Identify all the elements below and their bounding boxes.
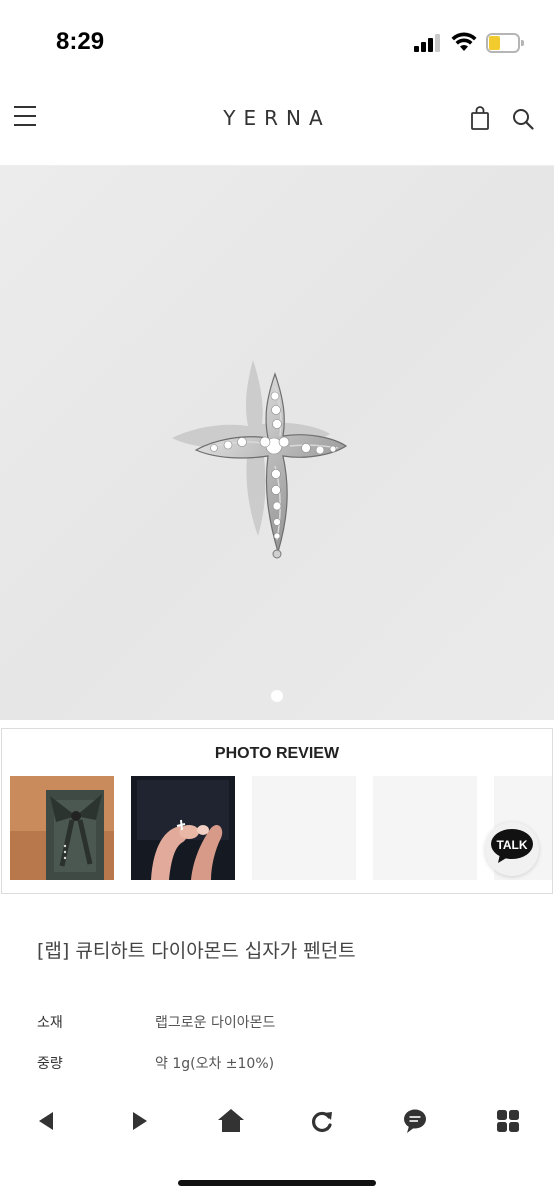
- search-icon[interactable]: [512, 108, 534, 130]
- back-icon[interactable]: [30, 1106, 66, 1136]
- spec-value: 약 1g(오차 ±10%): [155, 1056, 275, 1072]
- cross-pendant-image: [172, 360, 348, 559]
- review-thumbnail-empty[interactable]: [252, 776, 356, 880]
- bottom-toolbar: [0, 1090, 554, 1150]
- review-thumbnail-empty[interactable]: [373, 776, 477, 880]
- kakao-talk-button[interactable]: TALK: [485, 822, 539, 876]
- shopping-bag-icon[interactable]: [470, 106, 490, 130]
- spec-label: 중량: [37, 1056, 63, 1072]
- status-time: 8:29: [56, 28, 105, 55]
- product-image-carousel[interactable]: [0, 166, 554, 720]
- wifi-icon: [451, 32, 477, 51]
- hamburger-menu-icon[interactable]: [14, 106, 36, 126]
- talk-label: TALK: [496, 838, 528, 852]
- pagination-dot-active[interactable]: [271, 690, 283, 702]
- home-indicator[interactable]: [178, 1180, 376, 1186]
- chat-icon[interactable]: [397, 1106, 433, 1136]
- product-name: [랩] 큐티하트 다이아몬드 십자가 펜던트: [37, 940, 356, 962]
- photo-review-title: PHOTO REVIEW: [214, 745, 340, 762]
- cellular-signal-icon: [414, 34, 442, 52]
- forward-icon[interactable]: [120, 1106, 156, 1136]
- site-header: YERNA: [0, 84, 554, 166]
- spec-label: 소재: [37, 1015, 63, 1031]
- photo-review-section: PHOTO REVIEW: [1, 728, 553, 894]
- status-bar: 8:29: [0, 0, 554, 84]
- spec-value: 랩그로운 다이아몬드: [155, 1015, 276, 1031]
- review-thumbnail-1[interactable]: [10, 776, 114, 880]
- battery-icon: [486, 33, 524, 53]
- brand-logo[interactable]: YERNA: [223, 106, 330, 130]
- home-icon[interactable]: [213, 1106, 249, 1136]
- grid-icon[interactable]: [490, 1106, 526, 1136]
- refresh-icon[interactable]: [304, 1106, 340, 1136]
- review-thumbnail-2[interactable]: [131, 776, 235, 880]
- carousel-pagination: [0, 687, 554, 706]
